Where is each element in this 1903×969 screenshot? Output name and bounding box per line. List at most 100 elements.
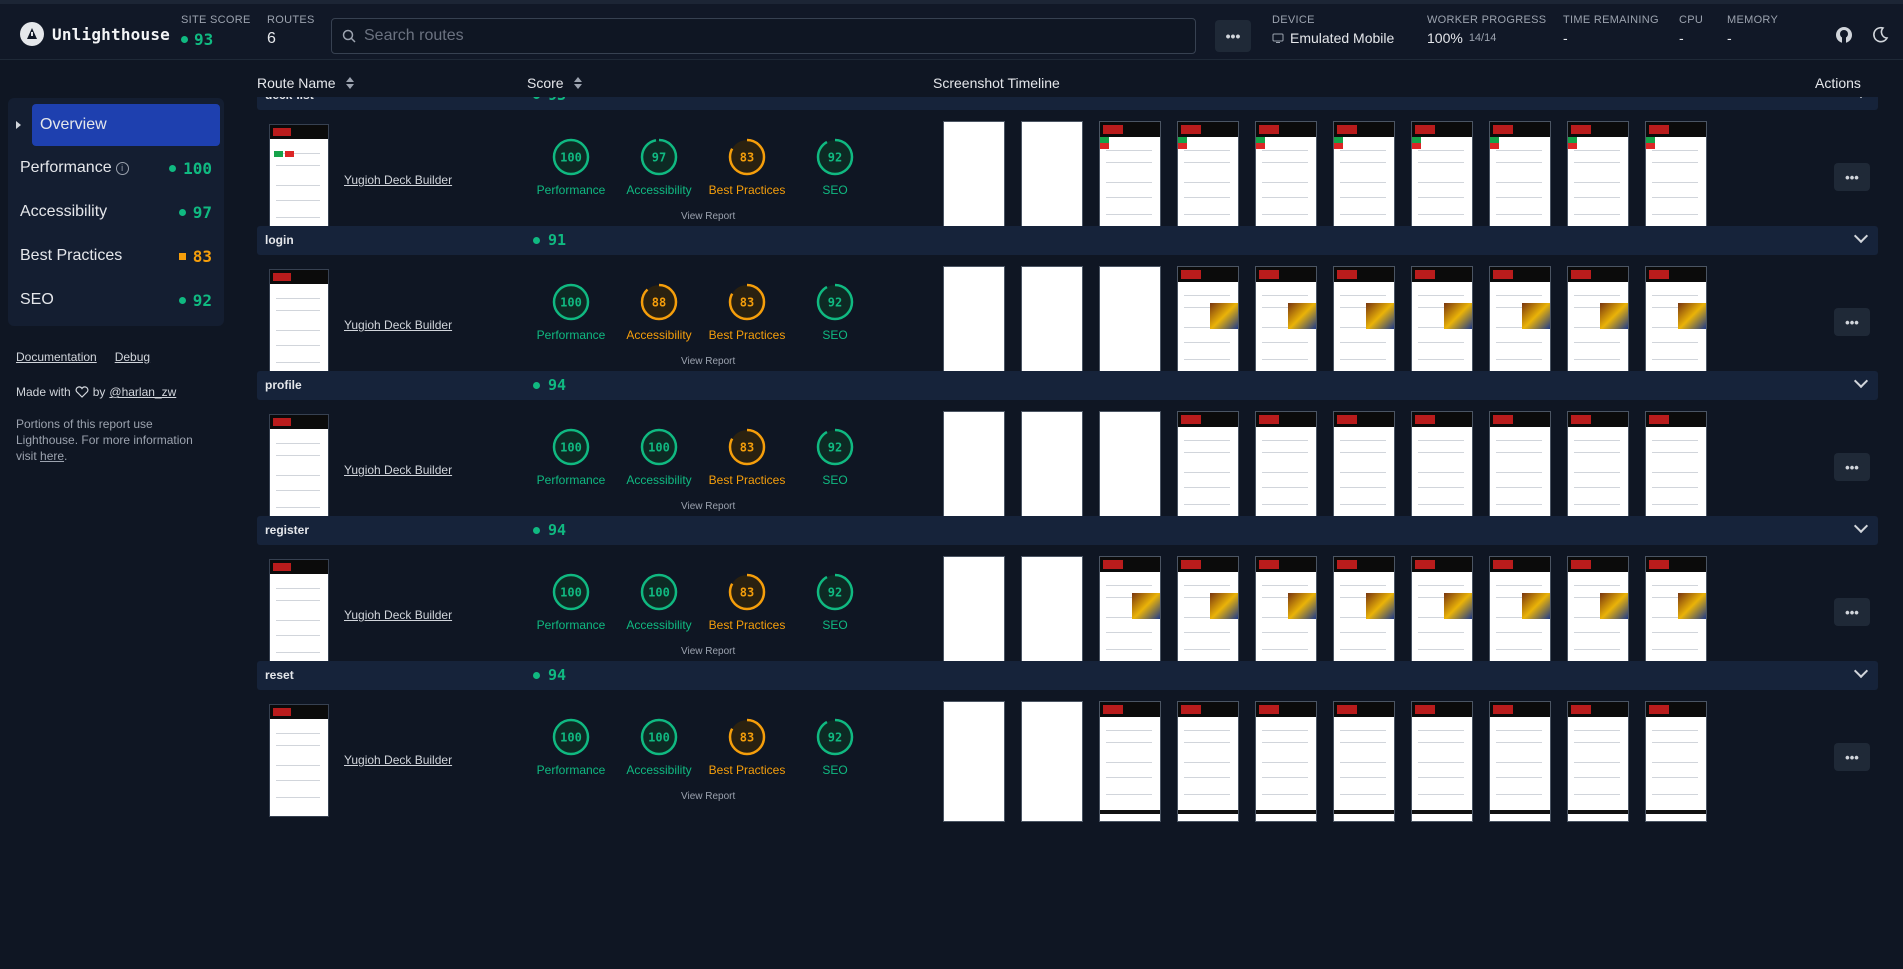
timeline-frame[interactable]: [1489, 266, 1551, 387]
sidebar-item-performance[interactable]: Performance i 100: [8, 146, 224, 190]
timeline-frame[interactable]: [943, 411, 1005, 532]
view-report-link[interactable]: View Report: [681, 501, 735, 512]
app-logo[interactable]: Unlighthouse: [20, 22, 170, 46]
route-name[interactable]: deck-list: [265, 97, 314, 102]
timeline-frame[interactable]: [1567, 121, 1629, 242]
score-gauge[interactable]: 92 SEO: [791, 717, 879, 777]
timeline-frame[interactable]: [1645, 701, 1707, 822]
moon-icon[interactable]: [1870, 25, 1890, 45]
row-actions-button[interactable]: •••: [1834, 308, 1870, 336]
score-gauge[interactable]: 100 Accessibility: [615, 717, 703, 777]
timeline-frame[interactable]: [1255, 556, 1317, 677]
debug-link[interactable]: Debug: [115, 350, 150, 364]
timeline-frame[interactable]: [943, 556, 1005, 677]
timeline-frame[interactable]: [1411, 266, 1473, 387]
score-gauge[interactable]: 83 Best Practices: [703, 282, 791, 342]
timeline-frame[interactable]: [1177, 266, 1239, 387]
timeline-frame[interactable]: [1255, 701, 1317, 822]
timeline-frame[interactable]: [1567, 411, 1629, 532]
search-box[interactable]: [331, 18, 1196, 54]
timeline-frame[interactable]: [1255, 266, 1317, 387]
score-gauge[interactable]: 100 Accessibility: [615, 572, 703, 632]
route-header[interactable]: register 94: [257, 516, 1878, 545]
view-report-link[interactable]: View Report: [681, 791, 735, 802]
timeline-frame[interactable]: [1021, 701, 1083, 822]
score-gauge[interactable]: 100 Performance: [527, 282, 615, 342]
score-gauge[interactable]: 83 Best Practices: [703, 717, 791, 777]
route-header[interactable]: login 91: [257, 226, 1878, 255]
route-title-link[interactable]: Yugioh Deck Builder: [344, 463, 452, 477]
timeline-frame[interactable]: [1489, 411, 1551, 532]
timeline-frame[interactable]: [1333, 121, 1395, 242]
timeline-frame[interactable]: [1489, 556, 1551, 677]
timeline-frame[interactable]: [1567, 556, 1629, 677]
route-title-link[interactable]: Yugioh Deck Builder: [344, 753, 452, 767]
timeline-frame[interactable]: [1177, 701, 1239, 822]
score-gauge[interactable]: 92 SEO: [791, 427, 879, 487]
row-actions-button[interactable]: •••: [1834, 743, 1870, 771]
score-gauge[interactable]: 100 Performance: [527, 572, 615, 632]
route-name[interactable]: profile: [265, 378, 302, 392]
timeline-frame[interactable]: [1099, 556, 1161, 677]
score-gauge[interactable]: 83 Best Practices: [703, 572, 791, 632]
route-header[interactable]: profile 94: [257, 371, 1878, 400]
score-gauge[interactable]: 83 Best Practices: [703, 137, 791, 197]
timeline-frame[interactable]: [1099, 266, 1161, 387]
chevron-down-icon[interactable]: [1853, 663, 1869, 679]
score-gauge[interactable]: 100 Accessibility: [615, 427, 703, 487]
timeline-frame[interactable]: [1333, 411, 1395, 532]
info-icon[interactable]: i: [115, 161, 129, 175]
timeline-frame[interactable]: [1255, 121, 1317, 242]
route-title-link[interactable]: Yugioh Deck Builder: [344, 173, 452, 187]
timeline-frame[interactable]: [943, 121, 1005, 242]
documentation-link[interactable]: Documentation: [16, 350, 97, 364]
timeline-frame[interactable]: [1489, 701, 1551, 822]
timeline-frame[interactable]: [1021, 556, 1083, 677]
timeline-frame[interactable]: [1333, 266, 1395, 387]
timeline-frame[interactable]: [1567, 701, 1629, 822]
route-name[interactable]: reset: [265, 668, 294, 682]
timeline-frame[interactable]: [1333, 701, 1395, 822]
score-gauge[interactable]: 100 Performance: [527, 717, 615, 777]
more-options-button[interactable]: •••: [1215, 20, 1251, 52]
timeline-frame[interactable]: [1411, 411, 1473, 532]
score-gauge[interactable]: 100 Performance: [527, 427, 615, 487]
route-header[interactable]: reset 94: [257, 661, 1878, 690]
timeline-frame[interactable]: [1255, 411, 1317, 532]
timeline-frame[interactable]: [1645, 411, 1707, 532]
timeline-frame[interactable]: [1177, 411, 1239, 532]
view-report-link[interactable]: View Report: [681, 211, 735, 222]
author-link[interactable]: @harlan_zw: [109, 385, 176, 399]
column-score[interactable]: Score: [527, 75, 582, 91]
chevron-down-icon[interactable]: [1853, 518, 1869, 534]
search-input[interactable]: [364, 27, 1184, 45]
column-route-name[interactable]: Route Name: [257, 75, 354, 91]
sort-icon[interactable]: [345, 77, 354, 89]
view-report-link[interactable]: View Report: [681, 646, 735, 657]
route-title-link[interactable]: Yugioh Deck Builder: [344, 318, 452, 332]
score-gauge[interactable]: 83 Best Practices: [703, 427, 791, 487]
timeline-frame[interactable]: [1411, 121, 1473, 242]
timeline-frame[interactable]: [1021, 266, 1083, 387]
row-actions-button[interactable]: •••: [1834, 453, 1870, 481]
timeline-frame[interactable]: [1411, 556, 1473, 677]
sidebar-item-seo[interactable]: SEO 92: [8, 278, 224, 322]
timeline-frame[interactable]: [943, 266, 1005, 387]
chevron-down-icon[interactable]: [1853, 97, 1869, 99]
timeline-frame[interactable]: [1099, 411, 1161, 532]
timeline-frame[interactable]: [1645, 121, 1707, 242]
timeline-frame[interactable]: [943, 701, 1005, 822]
timeline-frame[interactable]: [1333, 556, 1395, 677]
row-actions-button[interactable]: •••: [1834, 598, 1870, 626]
timeline-frame[interactable]: [1567, 266, 1629, 387]
timeline-frame[interactable]: [1645, 556, 1707, 677]
route-title-link[interactable]: Yugioh Deck Builder: [344, 608, 452, 622]
route-header[interactable]: deck-list 93: [257, 97, 1878, 110]
view-report-link[interactable]: View Report: [681, 356, 735, 367]
timeline-frame[interactable]: [1489, 121, 1551, 242]
score-gauge[interactable]: 88 Accessibility: [615, 282, 703, 342]
score-gauge[interactable]: 92 SEO: [791, 572, 879, 632]
score-gauge[interactable]: 97 Accessibility: [615, 137, 703, 197]
here-link[interactable]: here: [40, 449, 64, 463]
timeline-frame[interactable]: [1099, 121, 1161, 242]
